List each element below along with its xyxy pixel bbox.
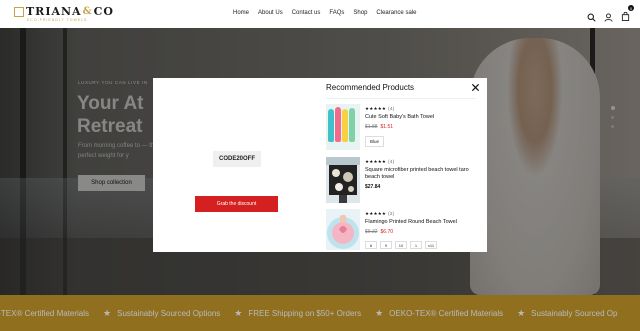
- account-icon[interactable]: [604, 12, 613, 22]
- rating-stars: ★★★★★ (4): [365, 159, 395, 164]
- cart-button[interactable]: 0: [621, 5, 634, 26]
- nav-clearance-sale[interactable]: Clearance sale: [376, 10, 416, 16]
- grab-discount-button[interactable]: Grab the discount: [195, 196, 278, 212]
- product-image[interactable]: [326, 104, 360, 150]
- sale-price: $6.70: [380, 229, 394, 235]
- shopping-bag-icon: [621, 11, 630, 21]
- cart-count-badge: 0: [628, 5, 634, 11]
- size-option[interactable]: 9: [380, 241, 392, 249]
- close-icon[interactable]: [471, 83, 480, 92]
- recommended-products-list: ★★★★★ (4) Cute Soft Baby's Bath Towel $1.…: [326, 104, 476, 250]
- size-option[interactable]: 1: [410, 241, 422, 249]
- discount-popup: CODE20OFF Grab the discount Recommended …: [153, 78, 487, 252]
- nav-contact-us[interactable]: Contact us: [292, 10, 321, 16]
- nav-about-us[interactable]: About Us: [258, 10, 283, 16]
- product-name[interactable]: Cute Soft Baby's Bath Towel: [365, 114, 475, 121]
- rating-stars: ★★★★★ (2): [365, 211, 395, 216]
- original-price: $9.32: [365, 229, 378, 235]
- recommended-products-title: Recommended Products: [326, 83, 415, 92]
- main-nav: Home About Us Contact us FAQs Shop Clear…: [233, 10, 416, 16]
- original-price: $1.88: [365, 124, 378, 130]
- nav-home[interactable]: Home: [233, 10, 249, 16]
- rating-stars: ★★★★★ (4): [365, 106, 395, 111]
- site-header: TRIANA & CO ECO-FRIENDLY TOWELS Home Abo…: [0, 0, 640, 28]
- announcement-marquee: O-TEX® Certified Materials ★ Sustainably …: [0, 295, 640, 331]
- search-icon[interactable]: [587, 13, 596, 22]
- size-option[interactable]: 8: [365, 241, 377, 249]
- product-image[interactable]: [326, 209, 360, 250]
- size-option[interactable]: x11: [425, 241, 437, 249]
- variant-option-blue[interactable]: Blue: [365, 136, 385, 147]
- size-option[interactable]: 10: [395, 241, 407, 249]
- nav-faqs[interactable]: FAQs: [329, 10, 344, 16]
- nav-shop[interactable]: Shop: [353, 10, 367, 16]
- header-icons: 0: [587, 5, 634, 26]
- product-image[interactable]: [326, 157, 360, 203]
- product-price: $27.84: [365, 184, 381, 190]
- logo-mark-icon: [14, 6, 24, 17]
- logo-tagline: ECO-FRIENDLY TOWELS: [27, 18, 88, 22]
- discount-code[interactable]: CODE20OFF: [213, 151, 261, 167]
- brand-logo[interactable]: TRIANA & CO ECO-FRIENDLY TOWELS: [14, 6, 114, 22]
- sale-price: $1.51: [380, 124, 394, 130]
- size-options: 8 9 10 1 x11: [365, 241, 475, 249]
- product-name[interactable]: Flamingo Printed Round Beach Towel: [365, 219, 475, 226]
- product-name[interactable]: Square microfiber printed beach towel ta…: [365, 167, 475, 181]
